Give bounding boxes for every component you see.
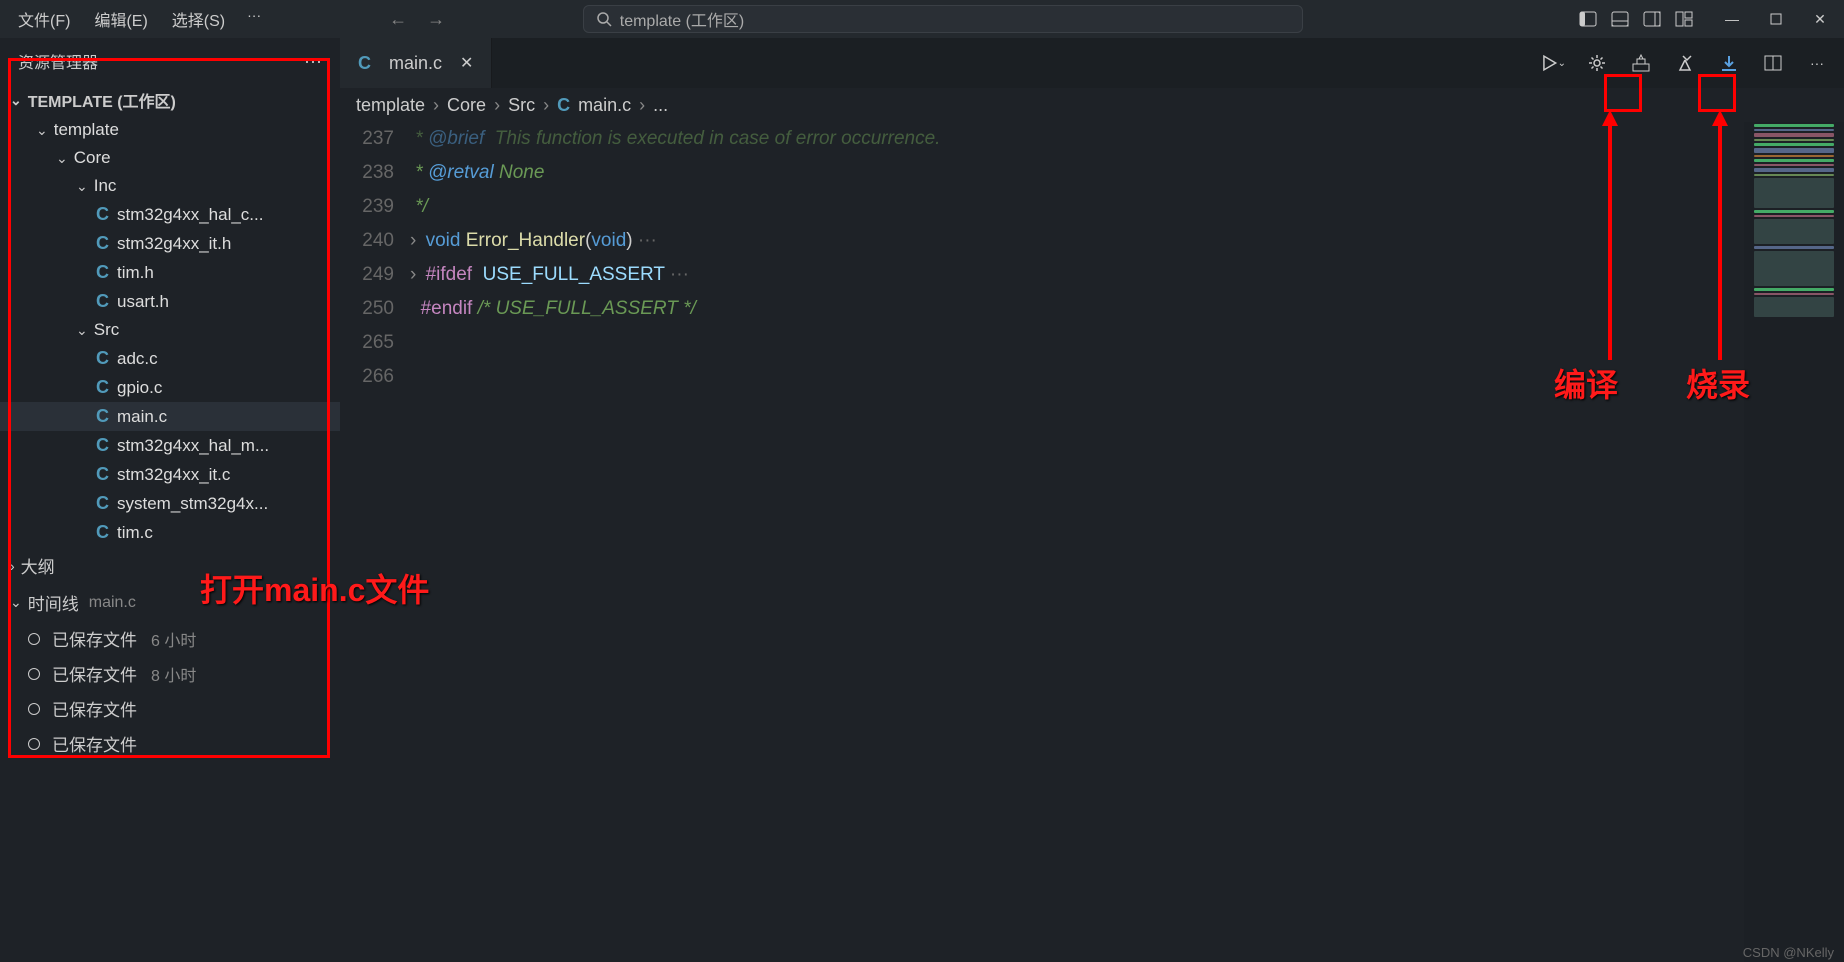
file-item[interactable]: Ctim.h [0, 258, 340, 287]
timeline-item[interactable]: 已保存文件 [0, 726, 340, 761]
explorer-tree: ⌄ TEMPLATE (工作区) ⌄template ⌄Core ⌄Inc Cs… [0, 84, 340, 962]
file-item[interactable]: Cgpio.c [0, 373, 340, 402]
c-file-icon: C [96, 493, 109, 514]
layout-sidebar-right-icon[interactable] [1642, 9, 1662, 29]
tab-close-icon[interactable]: ✕ [460, 53, 473, 73]
file-item[interactable]: Cstm32g4xx_it.c [0, 460, 340, 489]
build-icon[interactable] [1628, 50, 1654, 76]
line-gutter: 237238239240249250265266 [340, 122, 410, 962]
window-controls: — ✕ [1722, 9, 1830, 29]
explorer-header: 资源管理器 ··· [0, 38, 340, 84]
chevron-down-icon: ⌄ [76, 322, 88, 339]
menu-bar: 文件(F) 编辑(E) 选择(S) ··· [8, 3, 269, 35]
breadcrumb[interactable]: template› Core› Src› Cmain.c› ... [340, 88, 1844, 122]
c-file-icon: C [96, 435, 109, 456]
file-item[interactable]: Cusart.h [0, 287, 340, 316]
file-item[interactable]: Cmain.c [0, 402, 340, 431]
timeline-item[interactable]: 已保存文件6 小时 [0, 621, 340, 656]
customize-layout-icon[interactable] [1674, 9, 1694, 29]
code-content[interactable]: * @brief This function is executed in ca… [410, 122, 1844, 962]
circle-icon [28, 633, 40, 645]
file-item[interactable]: Cstm32g4xx_it.h [0, 229, 340, 258]
c-file-icon: C [96, 464, 109, 485]
c-file-icon: C [96, 377, 109, 398]
circle-icon [28, 668, 40, 680]
folder-src[interactable]: ⌄Src [0, 316, 340, 344]
folder-template[interactable]: ⌄template [0, 116, 340, 144]
menu-select[interactable]: 选择(S) [162, 3, 235, 35]
folder-inc[interactable]: ⌄Inc [0, 172, 340, 200]
title-right: — ✕ [1578, 9, 1836, 29]
layout-panel-icon[interactable] [1610, 9, 1630, 29]
c-file-icon: C [557, 95, 570, 116]
circle-icon [28, 703, 40, 715]
chevron-down-icon: ⌄ [10, 594, 22, 611]
maximize-icon[interactable] [1766, 9, 1786, 29]
settings-gear-icon[interactable] [1584, 50, 1610, 76]
explorer-more-icon[interactable]: ··· [304, 51, 322, 72]
c-file-icon: C [96, 406, 109, 427]
tabs-row: C main.c ✕ ⌄ ··· [340, 38, 1844, 88]
download-flash-icon[interactable] [1716, 50, 1742, 76]
menu-more-icon[interactable]: ··· [239, 3, 269, 35]
file-item[interactable]: Cadc.c [0, 344, 340, 373]
file-item[interactable]: Ctim.c [0, 518, 340, 547]
chevron-down-icon: ⌄ [36, 122, 48, 139]
watermark: CSDN @NKelly [1743, 945, 1834, 960]
file-item[interactable]: Csystem_stm32g4x... [0, 489, 340, 518]
c-file-icon: C [96, 204, 109, 225]
menu-file[interactable]: 文件(F) [8, 3, 80, 35]
code-editor[interactable]: 237238239240249250265266 * @brief This f… [340, 122, 1844, 962]
timeline-item[interactable]: 已保存文件 [0, 691, 340, 726]
command-center[interactable]: template (工作区) [583, 5, 1303, 33]
file-item[interactable]: Cstm32g4xx_hal_c... [0, 200, 340, 229]
nav-arrows: ← → [389, 9, 445, 30]
c-file-icon: C [96, 262, 109, 283]
split-editor-icon[interactable] [1760, 50, 1786, 76]
editor-zone: C main.c ✕ ⌄ ··· template› Core› Src› Cm… [340, 38, 1844, 962]
menu-edit[interactable]: 编辑(E) [84, 3, 157, 35]
folder-core[interactable]: ⌄Core [0, 144, 340, 172]
run-debug-icon[interactable]: ⌄ [1540, 50, 1566, 76]
circle-icon [28, 738, 40, 750]
c-file-icon: C [96, 233, 109, 254]
search-text: template (工作区) [620, 7, 744, 31]
outline-section[interactable]: ›大纲 [0, 547, 340, 584]
c-file-icon: C [96, 522, 109, 543]
editor-actions: ⌄ ··· [1540, 38, 1844, 88]
chevron-down-icon: ⌄ [56, 150, 68, 167]
c-file-icon: C [358, 53, 371, 74]
c-file-icon: C [96, 291, 109, 312]
c-file-icon: C [96, 348, 109, 369]
sidebar: 资源管理器 ··· ⌄ TEMPLATE (工作区) ⌄template ⌄Co… [0, 38, 340, 962]
close-icon[interactable]: ✕ [1810, 9, 1830, 29]
chevron-down-icon: ⌄ [76, 178, 88, 195]
explorer-title: 资源管理器 [18, 49, 98, 73]
minimize-icon[interactable]: — [1722, 9, 1742, 29]
search-icon [596, 11, 612, 27]
layout-sidebar-left-icon[interactable] [1578, 9, 1598, 29]
chevron-right-icon: › [10, 558, 15, 574]
timeline-item[interactable]: 已保存文件8 小时 [0, 656, 340, 691]
main-area: 资源管理器 ··· ⌄ TEMPLATE (工作区) ⌄template ⌄Co… [0, 38, 1844, 962]
workspace-root[interactable]: ⌄ TEMPLATE (工作区) [0, 84, 340, 116]
file-item[interactable]: Cstm32g4xx_hal_m... [0, 431, 340, 460]
chevron-down-icon: ⌄ [10, 92, 22, 109]
nav-back-icon[interactable]: ← [389, 9, 407, 30]
tab-main-c[interactable]: C main.c ✕ [340, 38, 492, 88]
more-actions-icon[interactable]: ··· [1804, 50, 1830, 76]
clean-icon[interactable] [1672, 50, 1698, 76]
timeline-section[interactable]: ⌄时间线main.c [0, 584, 340, 621]
titlebar: 文件(F) 编辑(E) 选择(S) ··· ← → template (工作区)… [0, 0, 1844, 38]
minimap[interactable] [1744, 122, 1844, 962]
nav-forward-icon[interactable]: → [427, 9, 445, 30]
